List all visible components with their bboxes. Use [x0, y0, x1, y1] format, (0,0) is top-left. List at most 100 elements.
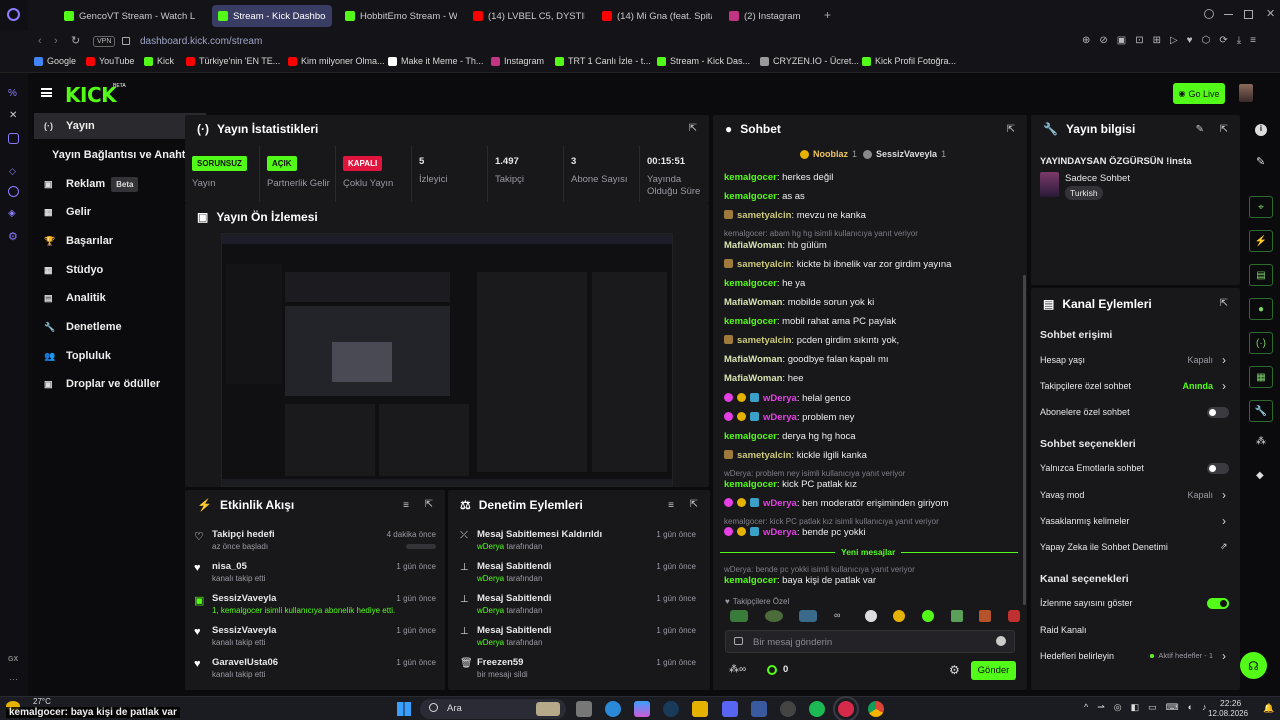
- activity-filter-icon[interactable]: ≡: [403, 500, 409, 511]
- chat-username[interactable]: kemalgocer: [724, 316, 777, 327]
- sidebar-item[interactable]: (·) Yayın: [34, 113, 206, 139]
- sidebar-instagram-icon[interactable]: [8, 133, 19, 144]
- mod-item-user[interactable]: wDerya: [477, 542, 504, 551]
- actions-row-label[interactable]: Yasaklanmış kelimeler: [1040, 516, 1129, 526]
- wrench-tool-icon[interactable]: 🔧: [1249, 400, 1273, 422]
- chevron-right-icon[interactable]: ›: [1222, 353, 1226, 367]
- notification-bell-icon[interactable]: 🔔: [1263, 703, 1274, 714]
- emote-icon[interactable]: [950, 610, 963, 622]
- chrome-icon[interactable]: [868, 701, 884, 717]
- chat-icon[interactable]: ●: [1249, 298, 1273, 320]
- sidebar-item[interactable]: 🏆 Başarılar: [34, 228, 206, 254]
- stream-preview-video[interactable]: [221, 233, 673, 487]
- minimize-icon[interactable]: [1224, 14, 1233, 15]
- chat-username[interactable]: sametyalcin: [737, 210, 791, 221]
- chat-username[interactable]: wDerya: [763, 498, 797, 509]
- sidebar-percent-icon[interactable]: %: [8, 88, 17, 99]
- mod-item-user[interactable]: wDerya: [477, 638, 504, 647]
- opera-gx-taskbar-icon[interactable]: [833, 696, 859, 720]
- opera-logo-icon[interactable]: [7, 8, 20, 21]
- app-icon[interactable]: [751, 701, 767, 717]
- chat-username[interactable]: kemalgocer: [724, 191, 777, 202]
- search-tabs-icon[interactable]: [1204, 9, 1214, 19]
- sidebar-item[interactable]: ▦ Gelir: [34, 199, 206, 225]
- vpn-badge[interactable]: VPN: [93, 36, 116, 47]
- chat-username[interactable]: kemalgocer: [724, 278, 777, 289]
- bookmark-item[interactable]: Türkiye'nin 'EN TE...: [186, 56, 280, 66]
- steam-icon[interactable]: [663, 701, 679, 717]
- bolt-icon[interactable]: ⚡: [1249, 230, 1273, 252]
- chat-reply-context[interactable]: wDerya: bende pc yokki isimli kullanıcıy…: [724, 565, 915, 574]
- chat-username[interactable]: MafiaWoman: [724, 240, 782, 251]
- info-popout-icon[interactable]: ⇱: [1220, 124, 1228, 135]
- bookmark-item[interactable]: YouTube: [86, 56, 134, 66]
- sidebar-item[interactable]: 👥Topluluk⌄: [34, 343, 206, 369]
- weather-temp[interactable]: 27°C: [33, 697, 51, 706]
- language-tag[interactable]: Turkish: [1065, 186, 1103, 200]
- emote-icon[interactable]: [1007, 610, 1020, 622]
- clock-time[interactable]: 22:26: [1220, 698, 1241, 708]
- chat-username[interactable]: kemalgocer: [724, 479, 777, 490]
- emote-icon[interactable]: [864, 610, 877, 622]
- category-name[interactable]: Sadece Sohbet: [1065, 173, 1130, 184]
- edge-icon[interactable]: [605, 701, 621, 717]
- bookmark-item[interactable]: Google: [34, 56, 76, 66]
- bookmark-item[interactable]: CRYZEN.IO - Ücret...: [760, 56, 859, 66]
- avatar[interactable]: [1239, 84, 1253, 102]
- chat-message[interactable]: sametyalcin: mevzu ne kanka: [724, 210, 866, 221]
- actions-row-label[interactable]: Takipçilere özel sohbet: [1040, 381, 1131, 391]
- activity-popout-icon[interactable]: ⇱: [425, 499, 433, 510]
- moderation-filter-icon[interactable]: ≡: [668, 500, 674, 511]
- emote-icon[interactable]: [799, 610, 818, 622]
- sidebar-item[interactable]: ▤Analitik⌄: [34, 285, 206, 311]
- sidebar-item[interactable]: 🔧 Denetleme: [34, 314, 206, 340]
- chevron-right-icon[interactable]: ›: [1222, 649, 1226, 663]
- chat-reply-context[interactable]: wDerya: problem ney isimli kullanıcıya y…: [724, 469, 905, 478]
- chat-username[interactable]: wDerya: [763, 527, 797, 538]
- edit-info-icon[interactable]: ✎: [1196, 124, 1204, 135]
- task-view-icon[interactable]: [576, 701, 592, 717]
- chat-message[interactable]: wDerya: ben moderatör erişiminden giriyo…: [724, 498, 948, 509]
- file-explorer-icon[interactable]: [692, 701, 708, 717]
- tag-icon[interactable]: ◆: [1256, 470, 1264, 481]
- chat-username[interactable]: kemalgocer: [724, 172, 777, 183]
- chevron-right-icon[interactable]: ›: [1222, 488, 1226, 502]
- scan-icon[interactable]: ⌖: [1249, 196, 1273, 218]
- chat-message[interactable]: kemalgocer: as as: [724, 191, 805, 202]
- go-live-button[interactable]: ◉ Go Live: [1173, 83, 1225, 104]
- emote-icon[interactable]: [764, 610, 783, 622]
- tray-icons[interactable]: ^⇀◎◧▭⌨◐♪: [1084, 702, 1216, 713]
- sidebar-extensions-icon[interactable]: ◈: [8, 208, 16, 219]
- actions-row-label[interactable]: Yavaş mod: [1040, 490, 1084, 500]
- actions-row-label[interactable]: Abonelere özel sohbet: [1040, 407, 1130, 417]
- support-headset-icon[interactable]: ☊: [1240, 652, 1267, 679]
- actions-row-value[interactable]: Aktif hedefler - 1: [1120, 651, 1213, 660]
- send-button[interactable]: Gönder: [971, 661, 1016, 680]
- moderation-popout-icon[interactable]: ⇱: [690, 499, 698, 510]
- bookmark-item[interactable]: Instagram: [491, 56, 544, 66]
- chat-message[interactable]: wDerya: helal genco: [724, 393, 851, 404]
- chevron-right-icon[interactable]: ›: [1222, 514, 1226, 528]
- bookmark-item[interactable]: Stream - Kick Das...: [657, 56, 750, 66]
- taskbar-search[interactable]: Ara: [420, 699, 566, 719]
- actions-row-value[interactable]: Anında: [1120, 381, 1214, 391]
- chat-input[interactable]: Bir mesaj gönderin: [725, 630, 1015, 653]
- sidebar-item[interactable]: ▣ Droplar ve ödüller: [34, 371, 206, 397]
- chevron-right-icon[interactable]: ›: [1222, 379, 1226, 393]
- chat-username[interactable]: MafiaWoman: [724, 354, 782, 365]
- chat-username[interactable]: MafiaWoman: [724, 297, 782, 308]
- copilot-icon[interactable]: [634, 701, 650, 717]
- actions-toggle[interactable]: [1207, 463, 1229, 474]
- reload-icon[interactable]: ↻: [71, 34, 80, 47]
- sidebar-x-icon[interactable]: ✕: [9, 110, 17, 121]
- actions-row-value[interactable]: Kapalı: [1120, 490, 1213, 500]
- chat-reply-context[interactable]: kemalgocer: kick PC patlak kız isimli ku…: [724, 517, 939, 526]
- actions-row-label[interactable]: Raid Kanalı: [1040, 625, 1087, 635]
- browser-tab[interactable]: (14) LVBEL C5, DYSTINCT: [467, 5, 591, 27]
- chat-message[interactable]: wDerya: bende pc yokki: [724, 527, 865, 538]
- sidebar-more-icon[interactable]: ⋯: [9, 674, 18, 685]
- close-window-icon[interactable]: ✕: [1266, 7, 1275, 20]
- new-tab-icon[interactable]: +: [824, 8, 831, 22]
- clock-date[interactable]: 12.08.2026: [1208, 709, 1248, 718]
- actions-popout-icon[interactable]: ⇱: [1220, 298, 1228, 309]
